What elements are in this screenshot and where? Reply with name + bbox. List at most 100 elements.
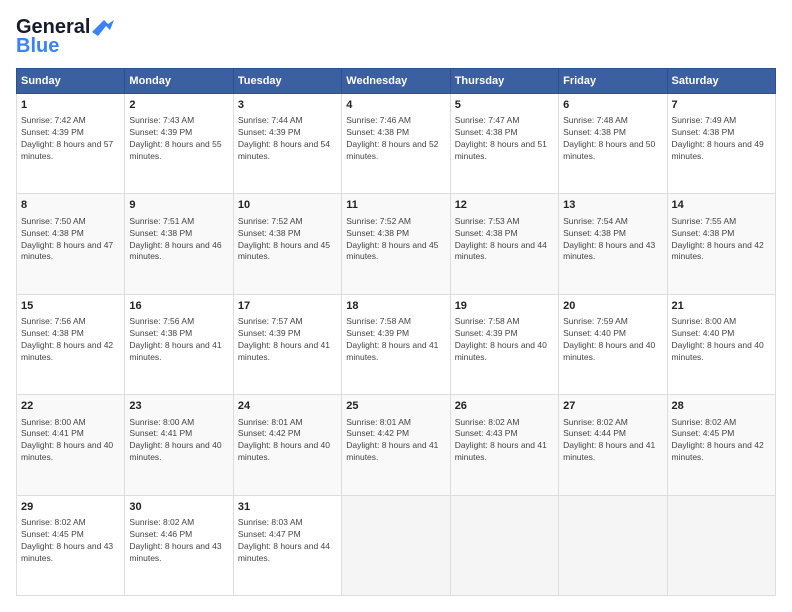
calendar-cell	[342, 495, 450, 595]
daylight: Daylight: 8 hours and 41 minutes.	[129, 340, 221, 362]
calendar-cell: 12 Sunrise: 7:53 AM Sunset: 4:38 PM Dayligh…	[450, 194, 558, 294]
calendar-cell: 16 Sunrise: 7:56 AM Sunset: 4:38 PM Dayligh…	[125, 294, 233, 394]
sunset: Sunset: 4:40 PM	[672, 328, 735, 338]
sunset: Sunset: 4:38 PM	[455, 127, 518, 137]
sunset: Sunset: 4:45 PM	[21, 529, 84, 539]
calendar-cell: 14 Sunrise: 7:55 AM Sunset: 4:38 PM Dayligh…	[667, 194, 775, 294]
day-number: 13	[563, 198, 662, 213]
sunset: Sunset: 4:39 PM	[238, 127, 301, 137]
daylight: Daylight: 8 hours and 40 minutes.	[672, 340, 764, 362]
sunset: Sunset: 4:38 PM	[455, 228, 518, 238]
sunrise: Sunrise: 7:53 AM	[455, 216, 520, 226]
day-number: 21	[672, 299, 771, 314]
daylight: Daylight: 8 hours and 40 minutes.	[563, 340, 655, 362]
day-number: 10	[238, 198, 337, 213]
calendar-cell: 26Sunrise: 8:02 AMSunset: 4:43 PMDayligh…	[450, 395, 558, 495]
daylight: Daylight: 8 hours and 42 minutes.	[672, 240, 764, 262]
day-number: 4	[346, 98, 445, 113]
sunrise: Sunrise: 7:51 AM	[129, 216, 194, 226]
sunrise: Sunrise: 7:49 AM	[672, 115, 737, 125]
page: General Blue Sunday Monday Tuesday Wedne…	[0, 0, 792, 612]
sunrise: Sunrise: 7:58 AM	[346, 316, 411, 326]
calendar-cell: 20Sunrise: 7:59 AMSunset: 4:40 PMDayligh…	[559, 294, 667, 394]
day-number: 7	[672, 98, 771, 113]
header-wednesday: Wednesday	[342, 69, 450, 94]
daylight: Daylight: 8 hours and 54 minutes.	[238, 139, 330, 161]
weekday-header-row: Sunday Monday Tuesday Wednesday Thursday…	[17, 69, 776, 94]
day-number: 27	[563, 399, 662, 414]
sunset: Sunset: 4:39 PM	[455, 328, 518, 338]
calendar-cell: 11Sunrise: 7:52 AMSunset: 4:38 PMDayligh…	[342, 194, 450, 294]
sunset: Sunset: 4:38 PM	[346, 228, 409, 238]
sunrise: Sunrise: 8:00 AM	[672, 316, 737, 326]
sunset: Sunset: 4:47 PM	[238, 529, 301, 539]
sunset: Sunset: 4:38 PM	[129, 328, 192, 338]
sunrise: Sunrise: 7:47 AM	[455, 115, 520, 125]
sunrise: Sunrise: 8:02 AM	[455, 417, 520, 427]
day-number: 20	[563, 299, 662, 314]
sunset: Sunset: 4:41 PM	[129, 428, 192, 438]
sunrise: Sunrise: 7:57 AM	[238, 316, 303, 326]
day-number: 14	[672, 198, 771, 213]
sunset: Sunset: 4:38 PM	[129, 228, 192, 238]
sunset: Sunset: 4:39 PM	[238, 328, 301, 338]
sunset: Sunset: 4:41 PM	[21, 428, 84, 438]
daylight: Daylight: 8 hours and 43 minutes.	[129, 541, 221, 563]
daylight: Daylight: 8 hours and 41 minutes.	[563, 440, 655, 462]
calendar-cell: 8Sunrise: 7:50 AMSunset: 4:38 PMDaylight…	[17, 194, 125, 294]
daylight: Daylight: 8 hours and 42 minutes.	[21, 340, 113, 362]
sunrise: Sunrise: 7:44 AM	[238, 115, 303, 125]
daylight: Daylight: 8 hours and 49 minutes.	[672, 139, 764, 161]
calendar-cell: 31Sunrise: 8:03 AMSunset: 4:47 PMDayligh…	[233, 495, 341, 595]
daylight: Daylight: 8 hours and 44 minutes.	[455, 240, 547, 262]
calendar-cell: 13Sunrise: 7:54 AMSunset: 4:38 PMDayligh…	[559, 194, 667, 294]
calendar-cell: 30Sunrise: 8:02 AMSunset: 4:46 PMDayligh…	[125, 495, 233, 595]
day-number: 9	[129, 198, 228, 213]
calendar-cell: 28Sunrise: 8:02 AMSunset: 4:45 PMDayligh…	[667, 395, 775, 495]
sunset: Sunset: 4:46 PM	[129, 529, 192, 539]
sunset: Sunset: 4:38 PM	[21, 328, 84, 338]
sunset: Sunset: 4:43 PM	[455, 428, 518, 438]
sunrise: Sunrise: 7:48 AM	[563, 115, 628, 125]
calendar-cell: 9Sunrise: 7:51 AMSunset: 4:38 PMDaylight…	[125, 194, 233, 294]
daylight: Daylight: 8 hours and 51 minutes.	[455, 139, 547, 161]
daylight: Daylight: 8 hours and 47 minutes.	[21, 240, 113, 262]
day-number: 17	[238, 299, 337, 314]
sunrise: Sunrise: 7:52 AM	[238, 216, 303, 226]
sunset: Sunset: 4:38 PM	[21, 228, 84, 238]
sunrise: Sunrise: 7:54 AM	[563, 216, 628, 226]
sunrise: Sunrise: 7:55 AM	[672, 216, 737, 226]
daylight: Daylight: 8 hours and 41 minutes.	[346, 440, 438, 462]
day-number: 31	[238, 500, 337, 515]
calendar-cell: 23Sunrise: 8:00 AMSunset: 4:41 PMDayligh…	[125, 395, 233, 495]
day-number: 6	[563, 98, 662, 113]
sunset: Sunset: 4:38 PM	[672, 228, 735, 238]
daylight: Daylight: 8 hours and 43 minutes.	[563, 240, 655, 262]
sunrise: Sunrise: 7:46 AM	[346, 115, 411, 125]
sunrise: Sunrise: 8:02 AM	[672, 417, 737, 427]
sunrise: Sunrise: 7:56 AM	[129, 316, 194, 326]
calendar-week-row: 1Sunrise: 7:42 AMSunset: 4:39 PMDaylight…	[17, 94, 776, 194]
sunset: Sunset: 4:39 PM	[129, 127, 192, 137]
sunrise: Sunrise: 8:03 AM	[238, 517, 303, 527]
header-thursday: Thursday	[450, 69, 558, 94]
sunrise: Sunrise: 7:58 AM	[455, 316, 520, 326]
day-number: 29	[21, 500, 120, 515]
day-number: 2	[129, 98, 228, 113]
sunset: Sunset: 4:39 PM	[346, 328, 409, 338]
sunset: Sunset: 4:44 PM	[563, 428, 626, 438]
header-friday: Friday	[559, 69, 667, 94]
day-number: 12	[455, 198, 554, 213]
day-number: 8	[21, 198, 120, 213]
calendar-cell: 1Sunrise: 7:42 AMSunset: 4:39 PMDaylight…	[17, 94, 125, 194]
day-number: 16	[129, 299, 228, 314]
calendar-cell: 2Sunrise: 7:43 AMSunset: 4:39 PMDaylight…	[125, 94, 233, 194]
calendar-cell: 29Sunrise: 8:02 AMSunset: 4:45 PMDayligh…	[17, 495, 125, 595]
sunrise: Sunrise: 7:52 AM	[346, 216, 411, 226]
header: General Blue	[16, 16, 776, 58]
sunset: Sunset: 4:40 PM	[563, 328, 626, 338]
calendar-cell: 19Sunrise: 7:58 AMSunset: 4:39 PMDayligh…	[450, 294, 558, 394]
calendar-week-row: 29Sunrise: 8:02 AMSunset: 4:45 PMDayligh…	[17, 495, 776, 595]
day-number: 11	[346, 198, 445, 213]
day-number: 22	[21, 399, 120, 414]
